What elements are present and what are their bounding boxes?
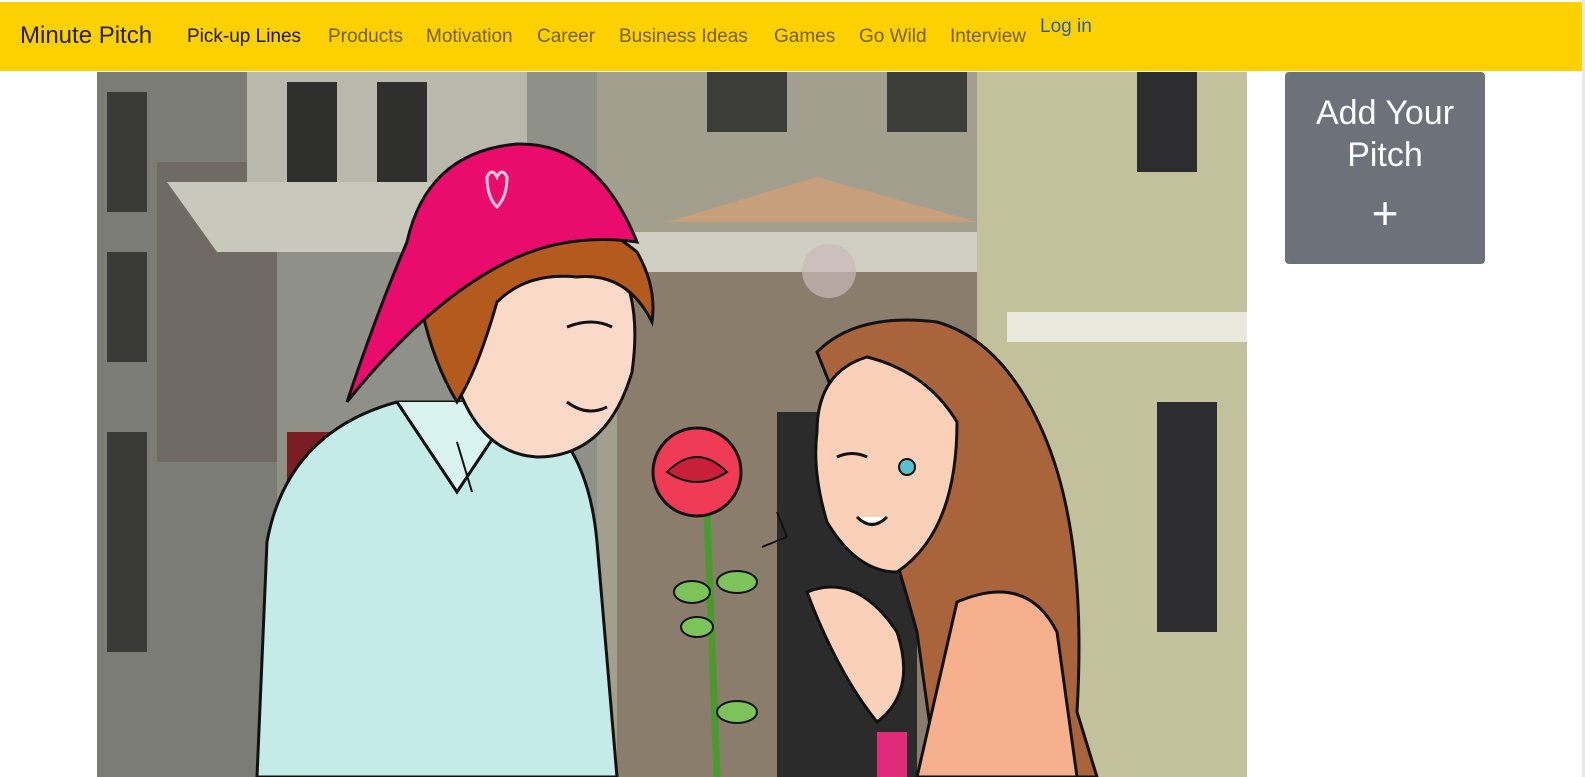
nav-link-motivation[interactable]: Motivation xyxy=(426,26,513,48)
nav-link-go-wild[interactable]: Go Wild xyxy=(859,26,927,48)
plus-icon: + xyxy=(1371,187,1399,239)
nav-link-pickup-lines[interactable]: Pick-up Lines xyxy=(187,26,301,48)
add-pitch-button[interactable]: Add Your Pitch + xyxy=(1285,72,1485,264)
nav-link-business-ideas[interactable]: Business Ideas xyxy=(619,26,748,48)
hero-illustration xyxy=(97,72,1247,777)
nav-link-interview[interactable]: Interview xyxy=(950,26,1026,48)
nav-link-games[interactable]: Games xyxy=(774,26,835,48)
login-link[interactable]: Log in xyxy=(1040,16,1092,38)
nav-link-products[interactable]: Products xyxy=(328,26,403,48)
nav-link-career[interactable]: Career xyxy=(537,26,595,48)
add-pitch-title: Add Your Pitch xyxy=(1315,94,1455,174)
brand-logo-link[interactable]: Minute Pitch xyxy=(20,22,152,50)
top-navbar: Minute Pitch Pick-up Lines Products Moti… xyxy=(0,2,1582,71)
